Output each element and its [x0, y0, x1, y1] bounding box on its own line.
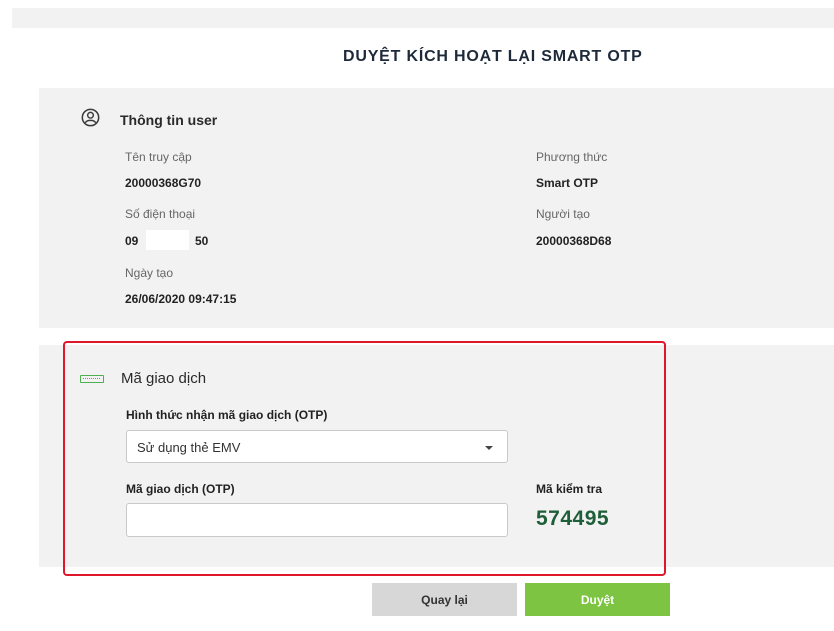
card-icon	[80, 375, 104, 383]
otp-method-select[interactable]: Sử dụng thẻ EMV	[126, 430, 508, 463]
user-info-title: Thông tin user	[120, 112, 218, 128]
created-date-label: Ngày tạo	[125, 266, 174, 280]
approve-button[interactable]: Duyệt	[525, 583, 670, 616]
phone-suffix: 50	[195, 234, 209, 248]
phone-mask	[146, 230, 189, 250]
otp-method-label: Hình thức nhận mã giao dịch (OTP)	[126, 408, 328, 422]
transaction-title: Mã giao dịch	[121, 370, 207, 387]
username-label: Tên truy cập	[125, 150, 192, 164]
otp-code-input[interactable]	[126, 503, 508, 537]
otp-method-selected: Sử dụng thẻ EMV	[137, 440, 241, 455]
method-label: Phương thức	[536, 150, 608, 164]
phone-label: Số điện thoại	[125, 207, 196, 221]
chevron-down-icon	[485, 446, 493, 450]
top-bar	[12, 8, 834, 28]
created-date-value: 26/06/2020 09:47:15	[125, 292, 237, 306]
method-value: Smart OTP	[536, 176, 599, 190]
user-circle-icon	[81, 108, 100, 127]
back-button[interactable]: Quay lại	[372, 583, 517, 616]
otp-code-label: Mã giao dịch (OTP)	[126, 482, 235, 496]
creator-label: Người tạo	[536, 207, 590, 221]
page-title: DUYỆT KÍCH HOẠT LẠI SMART OTP	[343, 48, 643, 65]
check-code-value: 574495	[536, 507, 610, 530]
user-info-panel: Thông tin user Tên truy cập 20000368G70 …	[39, 88, 834, 328]
username-value: 20000368G70	[125, 176, 202, 190]
creator-value: 20000368D68	[536, 234, 612, 248]
check-code-label: Mã kiểm tra	[536, 482, 603, 496]
phone-prefix: 09	[125, 234, 139, 248]
